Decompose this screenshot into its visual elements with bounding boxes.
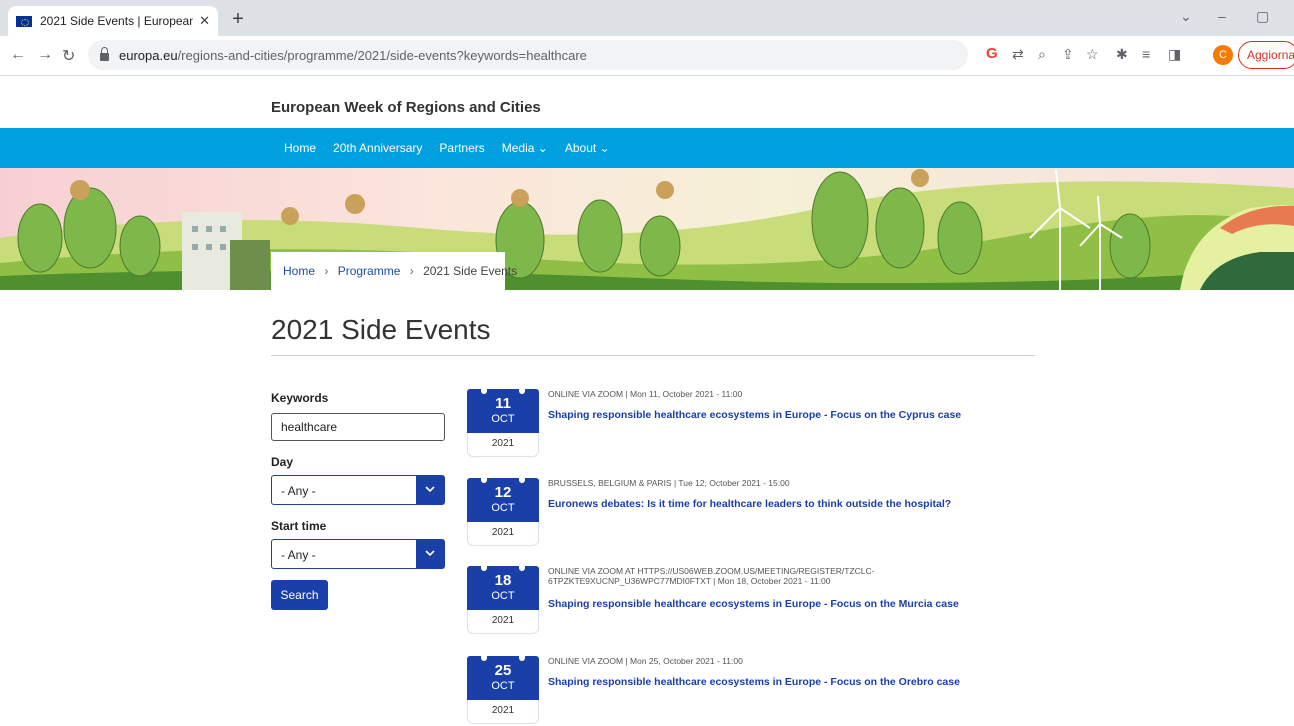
breadcrumb-programme[interactable]: Programme <box>338 264 401 278</box>
event-date-badge: 18 OCT 2021 <box>467 563 539 636</box>
back-icon[interactable]: ← <box>10 46 26 64</box>
zoom-icon[interactable]: ⌕ <box>1038 46 1046 63</box>
event-year: 2021 <box>467 433 539 457</box>
extensions-icon[interactable]: ✱ <box>1116 46 1128 63</box>
event-meta: ONLINE VIA ZOOM | Mon 11, October 2021 -… <box>548 389 743 399</box>
event-month: OCT <box>491 680 515 692</box>
nav-about[interactable]: About ⌄ <box>565 141 610 155</box>
start-time-select-value: - Any - <box>281 548 316 562</box>
event-title-link[interactable]: Shaping responsible healthcare ecosystem… <box>548 409 961 421</box>
breadcrumb-separator: › <box>324 264 329 278</box>
browser-tab[interactable]: 2021 Side Events | European Wee ✕ <box>8 6 218 36</box>
day-label: Day <box>271 455 294 469</box>
event-meta: BRUSSELS, BELGIUM & PARIS | Tue 12, Octo… <box>548 478 790 488</box>
start-time-select[interactable]: - Any - <box>271 539 445 569</box>
event-day: 18 <box>494 572 512 589</box>
event-title-link[interactable]: Shaping responsible healthcare ecosystem… <box>548 676 960 688</box>
share-icon[interactable]: ⇪ <box>1062 46 1074 63</box>
event-year: 2021 <box>467 522 539 546</box>
event-year: 2021 <box>467 700 539 724</box>
chevron-down-icon[interactable]: ⌄ <box>1180 8 1192 25</box>
site-title[interactable]: European Week of Regions and Cities <box>271 99 541 116</box>
event-title-link[interactable]: Euronews debates: Is it time for healthc… <box>548 498 951 510</box>
event-month: OCT <box>491 590 515 602</box>
page-title: 2021 Side Events <box>271 314 491 345</box>
event-meta: ONLINE VIA ZOOM AT HTTPS://US06WEB.ZOOM.… <box>548 566 875 586</box>
day-select-value: - Any - <box>281 484 316 498</box>
update-button[interactable]: Aggiorna <box>1238 41 1294 69</box>
address-bar[interactable]: europa.eu/regions-and-cities/programme/2… <box>88 40 968 70</box>
keywords-input[interactable] <box>271 413 445 441</box>
reload-icon[interactable]: ↻ <box>62 46 75 66</box>
event-month: OCT <box>491 413 515 425</box>
nav-partners[interactable]: Partners <box>439 141 484 155</box>
event-day: 12 <box>494 484 512 501</box>
hero-banner-illustration <box>0 168 1294 290</box>
breadcrumb-current: 2021 Side Events <box>423 264 518 278</box>
chevron-down-icon <box>416 476 444 504</box>
new-tab-icon[interactable]: + <box>226 8 250 31</box>
breadcrumb-home[interactable]: Home <box>283 264 315 278</box>
forward-icon[interactable]: → <box>37 46 53 64</box>
breadcrumb-separator: › <box>409 264 414 278</box>
keywords-label: Keywords <box>271 391 329 405</box>
nav-20th-anniversary[interactable]: 20th Anniversary <box>333 141 422 155</box>
event-year: 2021 <box>467 610 539 634</box>
side-panel-icon[interactable]: ◨ <box>1168 46 1181 63</box>
eu-flag-icon <box>16 15 32 27</box>
event-date-badge: 11 OCT 2021 <box>467 386 539 459</box>
bookmark-star-icon[interactable]: ☆ <box>1086 46 1099 63</box>
event-day: 25 <box>494 662 512 679</box>
nav-home[interactable]: Home <box>284 141 316 155</box>
maximize-icon[interactable]: ▢ <box>1256 8 1269 25</box>
url-text: europa.eu/regions-and-cities/programme/2… <box>119 47 587 63</box>
start-time-label: Start time <box>271 519 327 533</box>
event-day: 11 <box>495 395 511 412</box>
event-month: OCT <box>491 502 515 514</box>
nav-media[interactable]: Media ⌄ <box>502 141 548 155</box>
event-title-link[interactable]: Shaping responsible healthcare ecosystem… <box>548 598 959 610</box>
event-meta: ONLINE VIA ZOOM | Mon 25, October 2021 -… <box>548 656 743 666</box>
title-divider <box>271 355 1035 356</box>
lock-icon <box>100 47 109 61</box>
google-icon[interactable]: G <box>986 45 998 62</box>
translate-icon[interactable]: ⇄ <box>1012 46 1024 63</box>
close-icon[interactable]: ✕ <box>199 13 210 29</box>
browser-tab-bar: 2021 Side Events | European Wee ✕ + ⌄ – … <box>0 0 1294 36</box>
chevron-down-icon <box>416 540 444 568</box>
profile-avatar[interactable]: C <box>1213 45 1233 65</box>
event-date-badge: 25 OCT 2021 <box>467 653 539 726</box>
day-select[interactable]: - Any - <box>271 475 445 505</box>
minimize-icon[interactable]: – <box>1218 8 1226 24</box>
reading-list-icon[interactable]: ≡ <box>1142 46 1150 62</box>
breadcrumb: Home › Programme › 2021 Side Events <box>271 252 517 290</box>
event-date-badge: 12 OCT 2021 <box>467 475 539 548</box>
tab-title: 2021 Side Events | European Wee <box>40 14 194 28</box>
search-button[interactable]: Search <box>271 580 328 610</box>
browser-toolbar: ← → ↻ europa.eu/regions-and-cities/progr… <box>0 36 1294 76</box>
main-nav: Home 20th Anniversary Partners Media ⌄ A… <box>0 128 1294 168</box>
